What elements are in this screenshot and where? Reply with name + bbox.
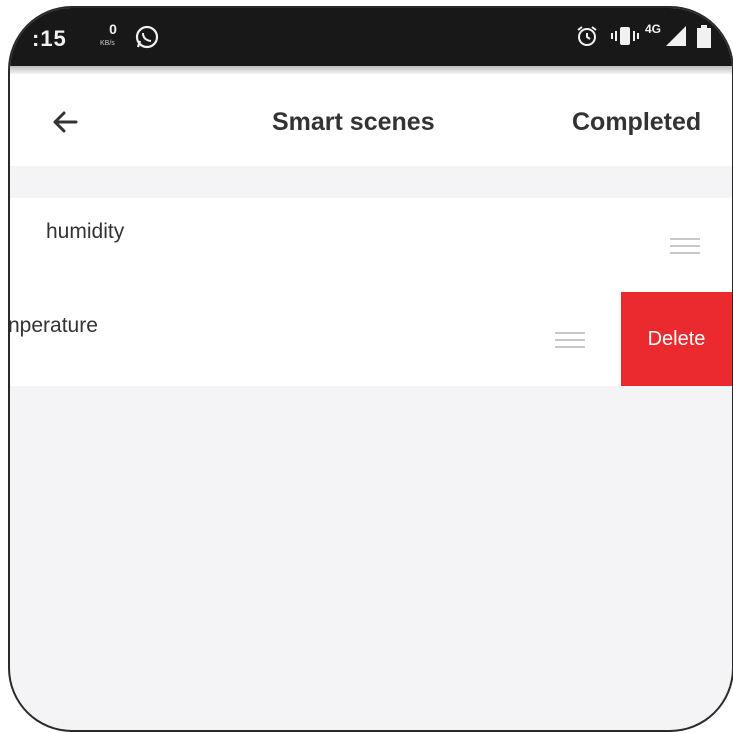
completed-button[interactable]: Completed (572, 108, 701, 137)
delete-button[interactable]: Delete (621, 292, 732, 386)
status-bar-shadow (10, 66, 732, 74)
app-bar: Smart scenes Completed (10, 74, 732, 166)
net-speed-unit: KB/s (100, 40, 115, 47)
status-time: :15 (32, 26, 67, 51)
phone-screen: :15 0 KB/s 4G Smart scenes Completed hum… (10, 8, 732, 730)
status-bar: :15 0 KB/s 4G (10, 8, 732, 66)
drag-handle-icon[interactable] (555, 332, 585, 348)
scene-label: humidity (46, 220, 125, 243)
drag-handle-icon[interactable] (670, 238, 700, 254)
battery-icon (694, 24, 714, 55)
list-item[interactable]: nperature Delete (10, 292, 732, 386)
vibrate-icon (610, 24, 640, 53)
scene-list: humidity nperature Delete (10, 198, 732, 386)
alarm-icon (575, 24, 599, 53)
whatsapp-icon (134, 24, 160, 55)
signal-icon (664, 24, 688, 53)
back-button[interactable] (46, 102, 86, 142)
scene-label: nperature (10, 314, 98, 337)
arrow-left-icon (46, 111, 86, 146)
list-item[interactable]: humidity (10, 198, 732, 292)
page-title: Smart scenes (272, 108, 435, 136)
network-type: 4G (645, 22, 662, 36)
net-speed-value: 0 (109, 21, 117, 37)
